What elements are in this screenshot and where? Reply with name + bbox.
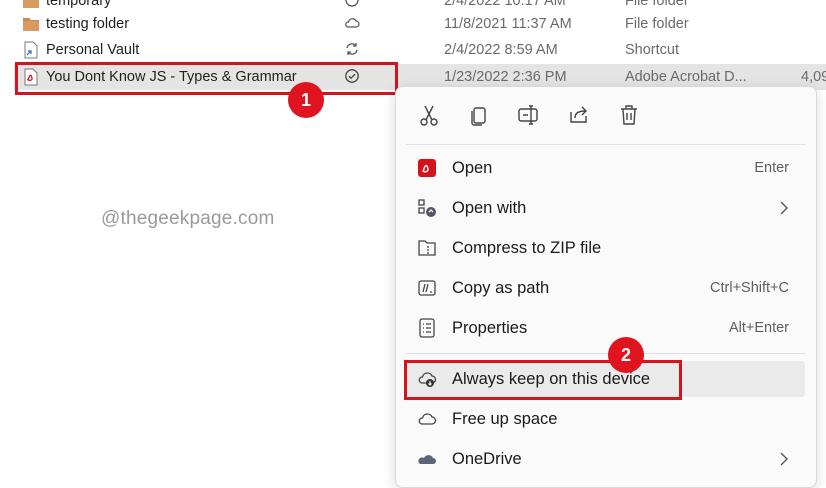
menu-item-copy-path[interactable]: Copy as path Ctrl+Shift+C <box>405 270 805 306</box>
chevron-right-icon <box>780 201 788 215</box>
annotation-badge-step2: 2 <box>608 337 644 373</box>
zip-folder-icon <box>418 240 436 256</box>
menu-label: Compress to ZIP file <box>452 239 602 257</box>
trash-icon[interactable] <box>616 102 642 128</box>
context-menu: Open Enter Open with Compress to ZIP fil… <box>395 86 817 488</box>
menu-item-always-keep[interactable]: Always keep on this device <box>405 361 805 397</box>
menu-divider <box>406 353 806 354</box>
menu-label: Properties <box>452 319 528 337</box>
toolbar-divider <box>406 144 806 145</box>
file-type: Shortcut <box>625 42 679 58</box>
file-type: Adobe Acrobat D... <box>625 69 747 85</box>
copy-path-icon <box>418 280 436 296</box>
menu-shortcut: Enter <box>754 160 789 176</box>
file-date: 11/8/2021 11:37 AM <box>444 16 572 32</box>
watermark: @thegeekpage.com <box>101 208 275 229</box>
properties-icon <box>419 318 435 338</box>
onedrive-icon <box>418 455 436 464</box>
pdf-app-icon <box>418 159 436 177</box>
file-row-personal-vault[interactable]: Personal Vault 2/4/2022 8:59 AM Shortcut <box>14 37 826 63</box>
menu-item-open-with[interactable]: Open with <box>405 190 805 226</box>
file-name: Personal Vault <box>46 42 140 58</box>
cloud-icon <box>345 0 359 7</box>
menu-shortcut: Alt+Enter <box>728 320 789 336</box>
menu-item-compress[interactable]: Compress to ZIP file <box>405 230 805 266</box>
copy-icon[interactable] <box>466 102 492 128</box>
menu-label: OneDrive <box>452 450 522 468</box>
available-check-icon <box>345 69 359 83</box>
sync-icon <box>346 43 358 55</box>
file-type: File folder <box>625 0 689 9</box>
share-icon[interactable] <box>566 102 592 128</box>
file-row-testing-folder[interactable]: testing folder 11/8/2021 11:37 AM File f… <box>14 11 826 37</box>
cloud-download-icon <box>418 372 437 387</box>
shortcut-icon <box>24 41 38 59</box>
file-date: 1/23/2022 2:36 PM <box>444 69 567 85</box>
menu-item-onedrive[interactable]: OneDrive <box>405 441 805 477</box>
pdf-file-icon <box>24 68 38 86</box>
file-name: You Dont Know JS - Types & Grammar <box>46 69 297 85</box>
file-name: temporary <box>46 0 112 9</box>
menu-item-free-up-space[interactable]: Free up space <box>405 401 805 437</box>
menu-label: Always keep on this device <box>452 370 651 388</box>
menu-label: Open <box>452 159 493 177</box>
annotation-badge-step1: 1 <box>288 82 324 118</box>
folder-icon <box>23 18 39 31</box>
chevron-right-icon <box>780 452 788 466</box>
file-name: testing folder <box>46 16 130 32</box>
menu-item-open[interactable]: Open Enter <box>405 150 805 186</box>
rename-icon[interactable] <box>516 102 542 128</box>
folder-icon <box>23 0 39 8</box>
menu-label: Copy as path <box>452 279 550 297</box>
open-with-icon <box>418 199 436 217</box>
file-date: 2/4/2022 8:59 AM <box>444 42 558 58</box>
cloud-icon <box>418 413 437 425</box>
file-type: File folder <box>625 16 689 32</box>
menu-label: Open with <box>452 199 527 217</box>
menu-item-properties[interactable]: Properties Alt+Enter <box>405 310 805 346</box>
scissors-icon[interactable] <box>416 102 442 128</box>
menu-shortcut: Ctrl+Shift+C <box>710 280 789 296</box>
file-date: 2/4/2022 10:17 AM <box>444 0 566 9</box>
cloud-icon <box>345 18 360 28</box>
file-size: 4,09 <box>801 69 826 85</box>
menu-label: Free up space <box>452 410 558 428</box>
